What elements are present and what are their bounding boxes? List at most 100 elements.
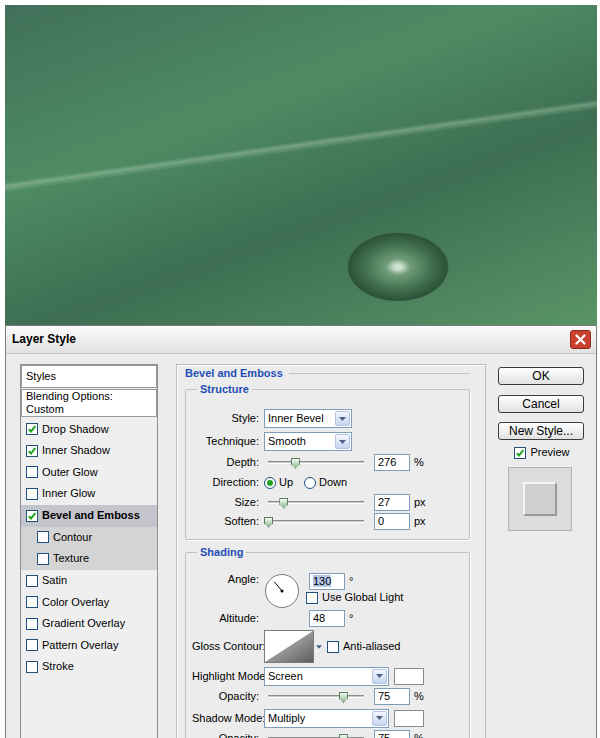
color-swatch[interactable] bbox=[394, 710, 424, 727]
dialog-button[interactable]: Cancel bbox=[498, 395, 584, 413]
checkbox-label: Anti-aliased bbox=[343, 640, 400, 653]
value-field[interactable]: 27 bbox=[374, 494, 410, 511]
dropdown[interactable]: Smooth bbox=[264, 432, 352, 451]
slider-track[interactable] bbox=[268, 456, 364, 470]
slider-track[interactable] bbox=[268, 515, 364, 529]
style-label: Pattern Overlay bbox=[42, 639, 118, 652]
style-item[interactable]: Stroke bbox=[21, 656, 157, 678]
style-label: Gradient Overlay bbox=[42, 617, 125, 630]
checkbox[interactable] bbox=[26, 596, 38, 608]
field-label: Highlight Mode: bbox=[192, 670, 264, 683]
radio-option[interactable]: Down bbox=[304, 476, 347, 489]
group-title: Bevel and Emboss bbox=[185, 367, 283, 379]
unit-label: % bbox=[414, 732, 424, 738]
value-field[interactable]: 48 bbox=[309, 610, 345, 627]
slider-row: Size:27px bbox=[192, 493, 463, 512]
radio-option[interactable]: Up bbox=[264, 476, 293, 489]
slider-line bbox=[268, 461, 364, 464]
slider-thumb[interactable] bbox=[264, 517, 273, 528]
dialog-button[interactable]: OK bbox=[498, 367, 584, 385]
style-item[interactable]: Inner Glow bbox=[21, 483, 157, 505]
radio-button[interactable] bbox=[304, 477, 316, 489]
style-item[interactable]: Inner Shadow bbox=[21, 440, 157, 462]
style-header[interactable]: Blending Options: Custom bbox=[21, 389, 157, 417]
dialog-title: Layer Style bbox=[12, 332, 76, 346]
checkbox[interactable] bbox=[37, 553, 49, 565]
close-icon[interactable] bbox=[570, 330, 591, 349]
mode-row: Highlight Mode:Screen bbox=[192, 665, 463, 687]
color-swatch[interactable] bbox=[394, 668, 424, 685]
style-label: Texture bbox=[53, 552, 89, 565]
style-label: Inner Shadow bbox=[42, 444, 110, 457]
slider-track[interactable] bbox=[268, 732, 364, 738]
dropdown-arrow-icon[interactable] bbox=[335, 411, 350, 426]
style-item[interactable]: Satin bbox=[21, 570, 157, 592]
checkbox[interactable] bbox=[26, 618, 38, 630]
radio-dot bbox=[267, 480, 273, 486]
radio-label: Up bbox=[279, 476, 293, 489]
style-header[interactable]: Styles bbox=[21, 365, 157, 388]
dropdown-arrow-icon[interactable] bbox=[314, 630, 323, 663]
style-item[interactable]: Gradient Overlay bbox=[21, 613, 157, 635]
radio-button[interactable] bbox=[264, 477, 276, 489]
leaf-photo bbox=[5, 5, 597, 325]
slider-row: Opacity:75% bbox=[192, 729, 463, 738]
field-label: Soften: bbox=[192, 515, 264, 528]
checkbox[interactable] bbox=[26, 445, 38, 457]
value-field[interactable]: 75 bbox=[374, 730, 410, 738]
style-item[interactable]: Outer Glow bbox=[21, 462, 157, 484]
checkbox[interactable] bbox=[26, 466, 38, 478]
value-field[interactable]: 276 bbox=[374, 454, 410, 471]
screenshot: Layer Style StylesBlending Options: Cust… bbox=[0, 0, 600, 738]
preview-toggle[interactable]: Preview bbox=[498, 446, 586, 459]
checkbox[interactable] bbox=[26, 575, 38, 587]
checkbox[interactable] bbox=[514, 447, 526, 459]
value-text: 48 bbox=[313, 612, 325, 624]
checkbox[interactable] bbox=[26, 423, 38, 435]
checkbox[interactable] bbox=[37, 531, 49, 543]
anti-aliased-row[interactable]: Anti-aliased bbox=[327, 640, 400, 653]
slider-row: Depth:276% bbox=[192, 453, 463, 472]
style-item[interactable]: Drop Shadow bbox=[21, 418, 157, 440]
unit-label: px bbox=[414, 496, 426, 509]
global-light-row[interactable]: Use Global Light bbox=[306, 591, 403, 604]
style-item[interactable]: Texture bbox=[21, 548, 157, 570]
slider-track[interactable] bbox=[268, 496, 364, 510]
dropdown-arrow-icon[interactable] bbox=[372, 711, 387, 726]
select-row: Technique:Smooth bbox=[192, 430, 463, 453]
contour-icon[interactable] bbox=[264, 630, 314, 663]
checkbox[interactable] bbox=[26, 661, 38, 673]
preview-label: Preview bbox=[530, 446, 569, 459]
slider-line bbox=[268, 737, 364, 738]
checkbox[interactable] bbox=[306, 592, 318, 604]
checkbox[interactable] bbox=[327, 641, 339, 653]
title-bar: Layer Style bbox=[6, 326, 596, 354]
slider-thumb[interactable] bbox=[279, 498, 288, 509]
dropdown-value: Inner Bevel bbox=[268, 412, 324, 425]
bevel-panel: Bevel and EmbossStructureStyle:Inner Bev… bbox=[176, 364, 486, 738]
slider-thumb[interactable] bbox=[339, 692, 348, 703]
checkbox[interactable] bbox=[26, 510, 38, 522]
style-item[interactable]: Pattern Overlay bbox=[21, 635, 157, 657]
checkbox[interactable] bbox=[26, 639, 38, 651]
value-field[interactable]: 130 bbox=[309, 573, 345, 590]
dropdown-arrow-icon[interactable] bbox=[335, 434, 350, 449]
angle-dial[interactable] bbox=[264, 573, 300, 609]
dropdown[interactable]: Screen bbox=[264, 667, 389, 686]
style-item[interactable]: Contour bbox=[21, 527, 157, 549]
style-item[interactable]: Color Overlay bbox=[21, 591, 157, 613]
slider-track[interactable] bbox=[268, 690, 364, 704]
layer-style-dialog: Layer Style StylesBlending Options: Cust… bbox=[5, 325, 597, 738]
dropdown[interactable]: Inner Bevel bbox=[264, 409, 352, 428]
field-label: Depth: bbox=[192, 456, 264, 469]
slider-thumb[interactable] bbox=[291, 458, 300, 469]
value-field[interactable]: 75 bbox=[374, 688, 410, 705]
radio-label: Down bbox=[319, 476, 347, 489]
dropdown-arrow-icon[interactable] bbox=[372, 669, 387, 684]
checkbox[interactable] bbox=[26, 488, 38, 500]
slider-thumb[interactable] bbox=[339, 734, 348, 738]
dropdown[interactable]: Multiply bbox=[264, 709, 389, 728]
style-item[interactable]: Bevel and Emboss bbox=[21, 505, 157, 527]
value-field[interactable]: 0 bbox=[374, 513, 410, 530]
dialog-button[interactable]: New Style... bbox=[498, 422, 584, 440]
